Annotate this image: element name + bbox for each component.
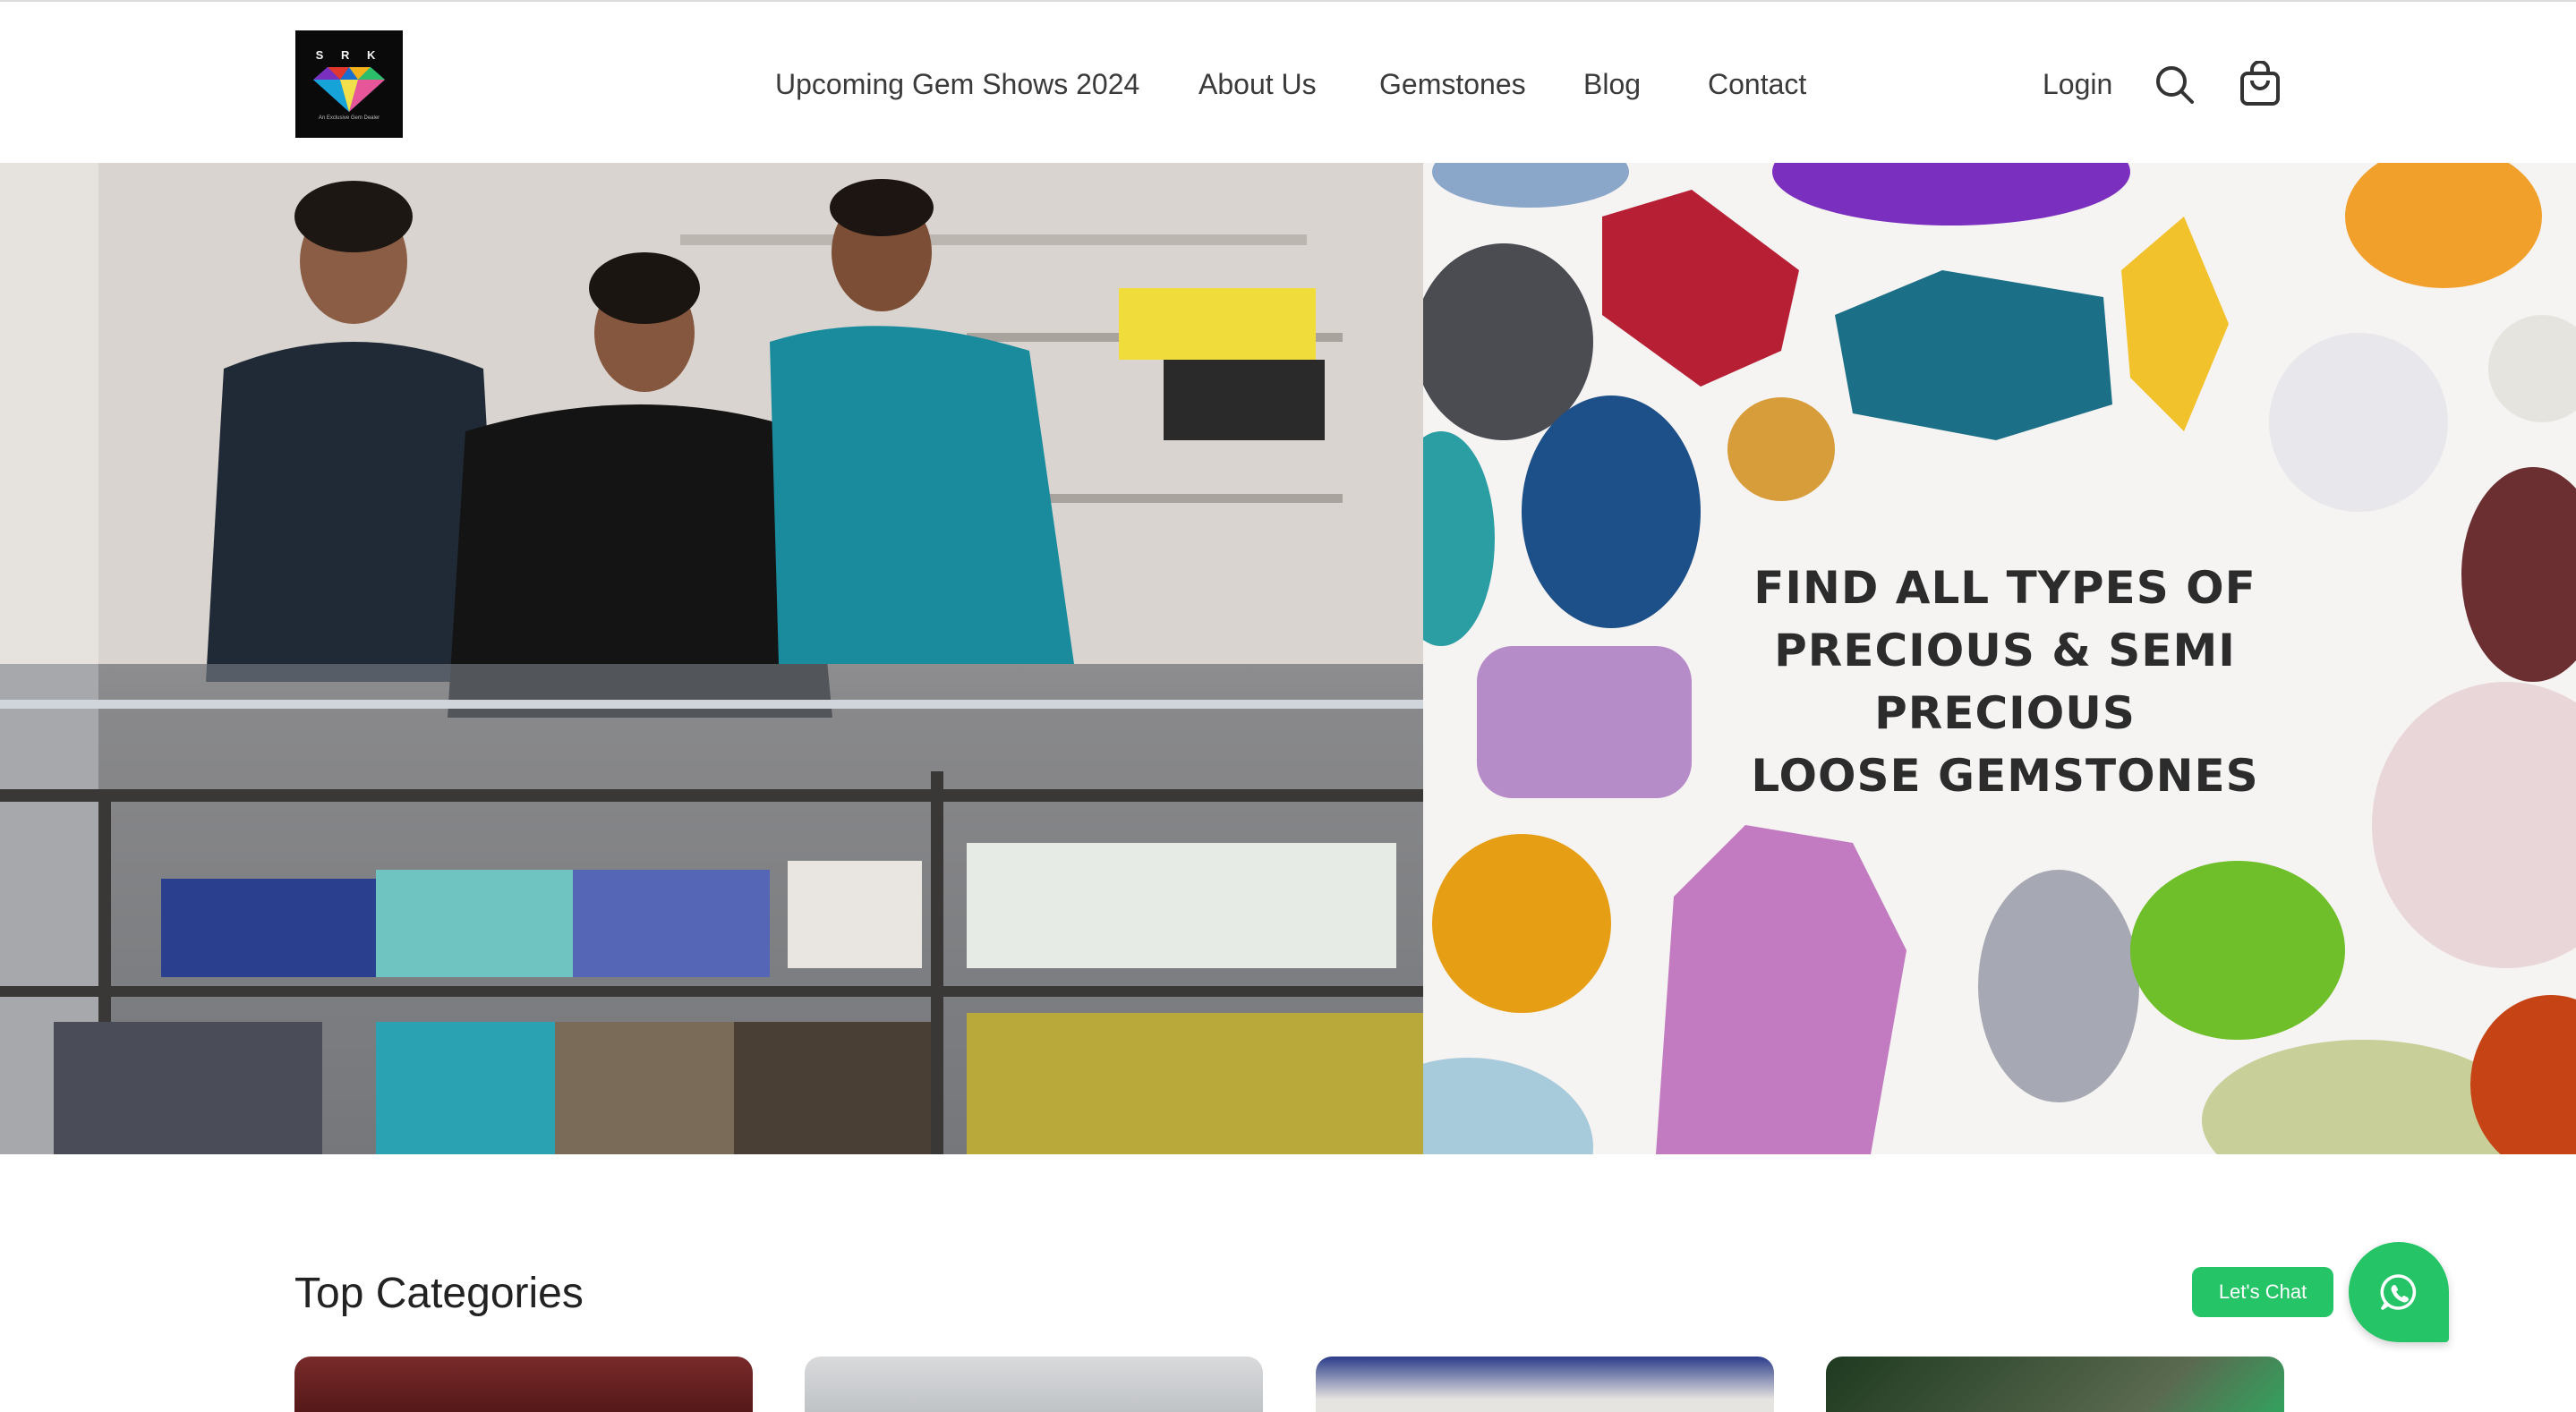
top-categories-title: Top Categories [294, 1270, 584, 1317]
whatsapp-icon [2380, 1274, 2417, 1310]
search-icon[interactable] [2153, 63, 2196, 106]
cart-icon[interactable] [2238, 61, 2282, 107]
category-card-3[interactable] [1316, 1357, 1774, 1412]
nav-upcoming-gem-shows[interactable]: Upcoming Gem Shows 2024 [775, 64, 1139, 104]
hero-caption-line-1: FIND ALL TYPES OF [1753, 562, 2256, 614]
dealers-photo-illustration [0, 163, 1423, 1154]
lets-chat-label[interactable]: Let's Chat [2192, 1267, 2333, 1317]
hero-gemstones-panel: FIND ALL TYPES OF PRECIOUS & SEMI PRECIO… [1423, 163, 2576, 1154]
category-card-4[interactable] [1826, 1357, 2284, 1412]
category-card-1[interactable] [294, 1357, 753, 1412]
nav-about-us[interactable]: About Us [1198, 64, 1317, 104]
nav-contact[interactable]: Contact [1708, 64, 1806, 104]
site-header: S R K An Exclusive Gem Dealer Upcoming G… [0, 0, 2576, 163]
category-card-2[interactable] [805, 1357, 1263, 1412]
diamond-logo-icon [313, 66, 385, 112]
nav-blog[interactable]: Blog [1583, 64, 1641, 104]
hero-caption-line-3: LOOSE GEMSTONES [1751, 750, 2259, 802]
logo-text: S R K [315, 47, 383, 62]
login-link[interactable]: Login [2043, 64, 2112, 104]
site-logo[interactable]: S R K An Exclusive Gem Dealer [295, 30, 403, 138]
nav-gemstones[interactable]: Gemstones [1379, 64, 1526, 104]
hero-caption: FIND ALL TYPES OF PRECIOUS & SEMI PRECIO… [1710, 557, 2300, 807]
hero-photo [0, 163, 1423, 1154]
hero-caption-line-2: PRECIOUS & SEMI PRECIOUS [1774, 625, 2236, 739]
hero-banner[interactable]: FIND ALL TYPES OF PRECIOUS & SEMI PRECIO… [0, 163, 2576, 1154]
whatsapp-chat-button[interactable] [2349, 1242, 2449, 1342]
logo-tagline: An Exclusive Gem Dealer [318, 115, 380, 121]
